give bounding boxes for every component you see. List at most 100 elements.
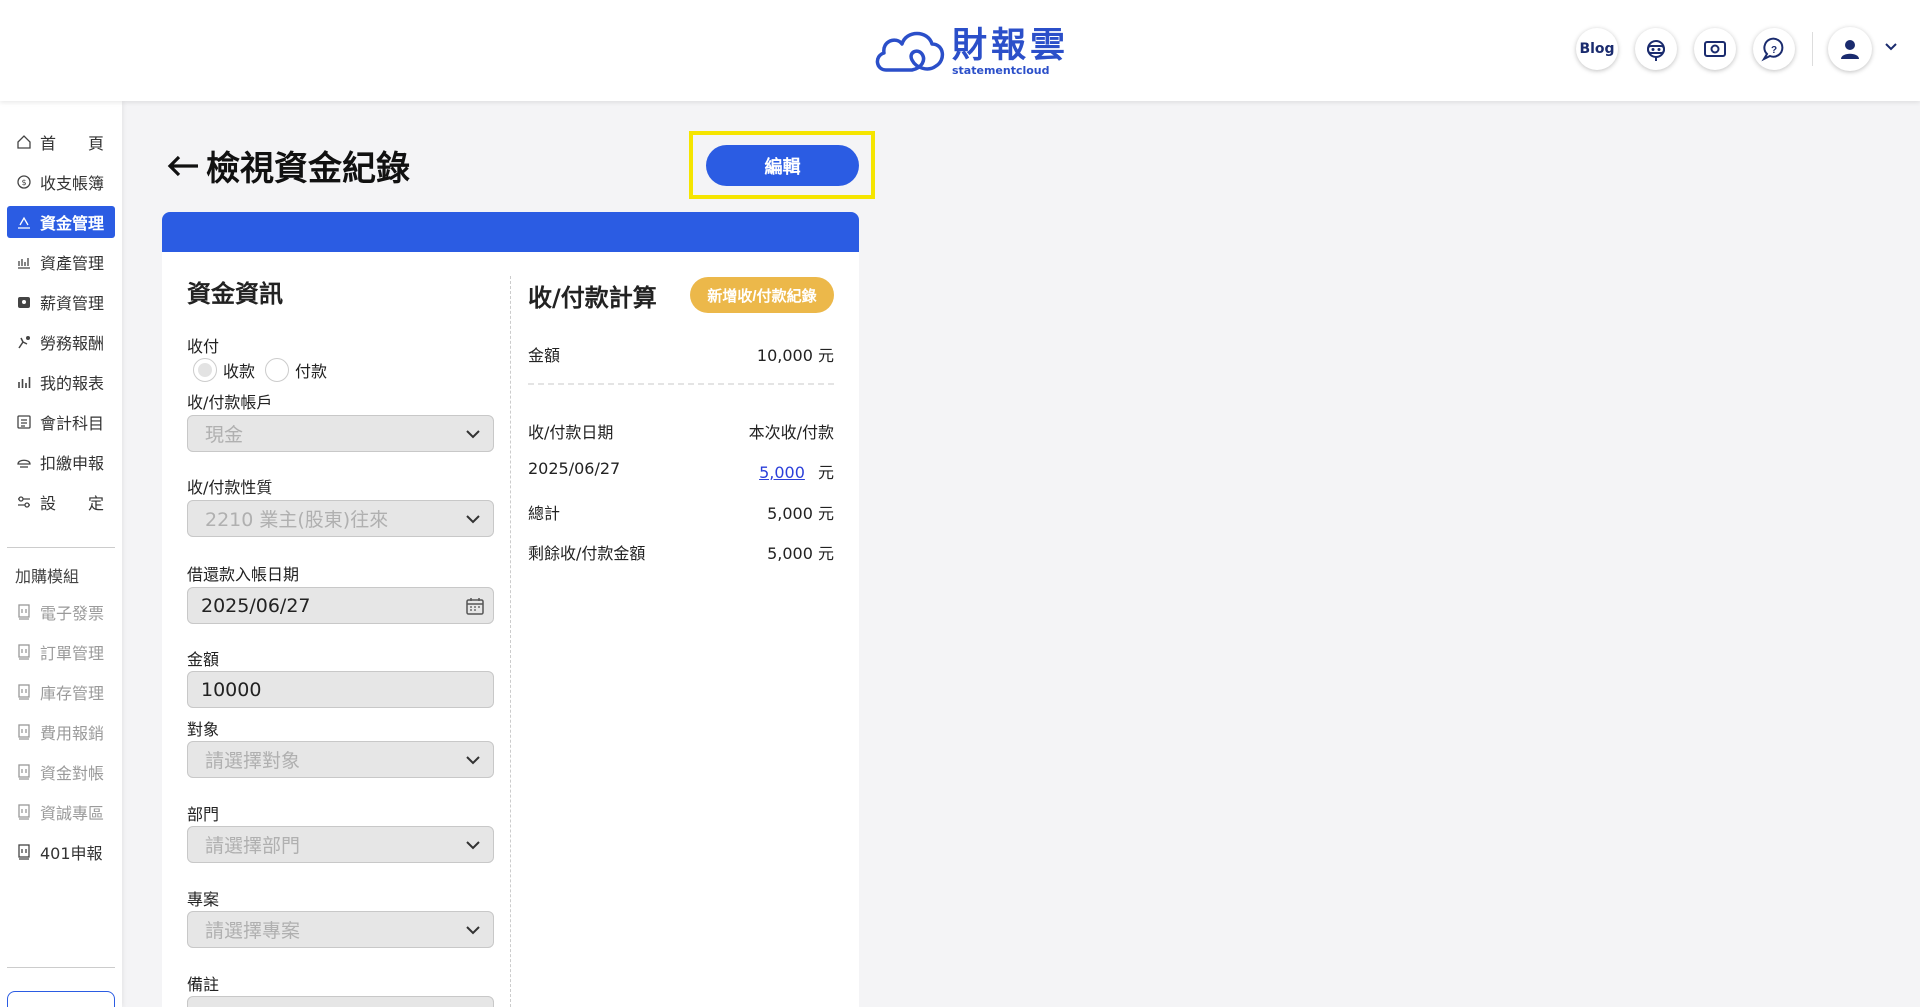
sidebar-item-expenses[interactable]: 費用報銷 [7,716,115,748]
amount-label: 金額 [187,650,220,669]
type-label: 收付 [187,337,220,356]
user-avatar[interactable] [1828,27,1872,71]
nature-label: 收/付款性質 [187,478,273,497]
dashed-divider [528,383,834,385]
sidebar-item-reconcile[interactable]: 資金對帳 [7,756,115,788]
dept-label: 部門 [187,805,220,824]
sidebar-item-withholding[interactable]: 扣繳申報 [7,446,115,478]
dept-select[interactable]: 請選擇部門 [187,826,494,863]
sidebar-item-labor[interactable]: 勞務報酬 [7,326,115,358]
nature-select[interactable]: 2210 業主(股東)往來 [187,500,494,537]
date-column-header: 收/付款日期 [528,423,614,442]
sidebar-item-orders[interactable]: 訂單管理 [7,636,115,668]
currency-unit: 元 [817,463,834,482]
add-payment-record-button[interactable]: 新增收/付款紀錄 [690,277,834,313]
payment-amount-link[interactable]: 5,000 [759,463,805,482]
module-icon [15,843,33,861]
home-icon [15,133,33,151]
sidebar-item-settings[interactable]: 設 定 [7,486,115,518]
module-icon [15,723,33,741]
pay-radio[interactable] [265,358,290,382]
current-column-header: 本次收/付款 [748,423,834,442]
total-label: 總計 [528,504,561,523]
amount-input[interactable]: 10000 [187,671,494,708]
ledger-icon: $ [15,173,33,191]
sidebar-item-pwc[interactable]: 資誠專區 [7,796,115,828]
sidebar-bottom-button[interactable] [7,991,115,1007]
sidebar-divider [7,967,115,968]
header-divider [1812,32,1813,66]
labor-icon [15,333,33,351]
sidebar-item-accounts[interactable]: 會計科目 [7,406,115,438]
chevron-down-icon[interactable] [1884,40,1898,54]
note-label: 備註 [187,975,220,994]
chevron-down-icon [466,430,480,439]
robot-icon[interactable] [1635,28,1677,70]
payment-row-amount: 5,000 元 [759,459,834,483]
payment-row-date: 2025/06/27 [528,459,621,478]
note-input[interactable] [187,996,494,1007]
page-title: 檢視資金紀錄 [166,141,410,190]
sidebar-item-ledger[interactable]: $ 收支帳簿 [7,166,115,198]
svg-text:$: $ [21,178,26,187]
project-label: 專案 [187,890,220,909]
module-icon [15,643,33,661]
sidebar-item-home[interactable]: 首 頁 [7,126,115,158]
user-icon [1841,40,1859,59]
module-icon [15,803,33,821]
receive-radio[interactable] [193,358,217,382]
back-arrow-icon[interactable] [166,154,200,178]
sidebar-item-401[interactable]: 401申報 [7,836,115,868]
account-label: 收/付款帳戶 [187,393,273,412]
chevron-down-icon [466,841,480,850]
target-label: 對象 [187,720,220,739]
total-value: 5,000 元 [767,504,834,523]
sidebar-item-inventory[interactable]: 庫存管理 [7,676,115,708]
receive-radio-label: 收款 [223,362,256,381]
sidebar-item-salary[interactable]: 薪資管理 [7,286,115,318]
date-label: 借還款入帳日期 [187,565,300,584]
calc-title: 收/付款計算 [528,284,657,312]
sidebar-item-assets[interactable]: 資產管理 [7,246,115,278]
module-icon [15,683,33,701]
target-select[interactable]: 請選擇對象 [187,741,494,778]
cloud-logo-icon [875,31,945,72]
money-icon[interactable] [1694,28,1736,70]
accounts-icon [15,413,33,431]
salary-icon [15,293,33,311]
sidebar-item-funds[interactable]: 資金管理 [7,206,115,238]
sidebar: 首 頁 $ 收支帳簿 資金管理 資產管理 薪資管理 勞務報酬 我的報表 會計科目 … [0,101,122,1007]
chevron-down-icon [466,926,480,935]
funds-icon [15,213,33,231]
account-select[interactable]: 現金 [187,415,494,452]
calendar-icon[interactable] [465,596,485,616]
logo-text: 財報雲 [952,25,1070,66]
help-chat-icon[interactable]: ? [1753,28,1795,70]
settings-icon [15,493,33,511]
column-divider [510,276,511,1007]
card-header-band [162,212,859,254]
fund-info-title: 資金資訊 [187,280,283,308]
calc-amount-label: 金額 [528,346,561,365]
blog-button[interactable]: Blog [1576,28,1618,70]
assets-icon [15,253,33,271]
top-header: 財報雲 statementcloud Blog ? [0,0,1920,101]
remaining-value: 5,000 元 [767,544,834,563]
chevron-down-icon [466,756,480,765]
svg-text:?: ? [1771,45,1777,56]
edit-button[interactable]: 編輯 [706,145,859,186]
sidebar-divider [7,547,115,548]
module-icon [15,763,33,781]
sidebar-item-reports[interactable]: 我的報表 [7,366,115,398]
logo-subtext: statementcloud [952,63,1050,77]
project-select[interactable]: 請選擇專案 [187,911,494,948]
sidebar-item-einvoice[interactable]: 電子發票 [7,596,115,628]
withholding-icon [15,453,33,471]
logo[interactable]: 財報雲 statementcloud [872,24,1069,78]
pay-radio-label: 付款 [295,362,328,381]
remaining-label: 剩餘收/付款金額 [528,544,646,563]
date-input[interactable]: 2025/06/27 [187,587,494,624]
chevron-down-icon [466,515,480,524]
module-icon [15,603,33,621]
addon-heading: 加購模組 [15,567,80,586]
